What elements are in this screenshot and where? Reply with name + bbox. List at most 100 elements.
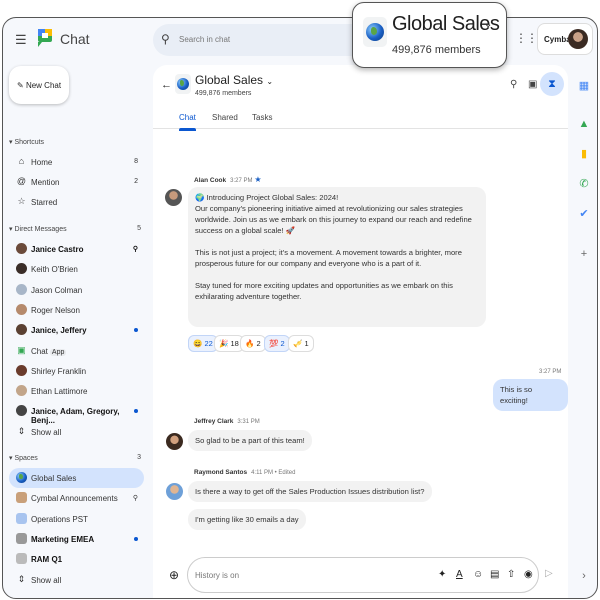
space-icon: [16, 553, 27, 565]
chat-app-icon: ▣: [17, 344, 26, 355]
side-panel-rail: ▦ ▲ ▮ ✆ ✔ + ›: [569, 62, 597, 598]
tab-tasks[interactable]: Tasks: [252, 113, 272, 122]
sidebar: ✎ New Chat ▾ Shortcuts ⌂ Home 8 @ Mention 2 ☆ St…: [3, 62, 151, 598]
tab-shared[interactable]: Shared: [212, 113, 238, 122]
record-video-icon[interactable]: ◉: [524, 569, 533, 580]
calendar-icon[interactable]: ▦: [578, 80, 590, 92]
avatar: [16, 243, 27, 254]
star-icon[interactable]: ★: [254, 175, 261, 184]
composer-placeholder: History is on: [195, 571, 240, 580]
space-title[interactable]: Global Sales ⌄: [195, 73, 273, 87]
space-item[interactable]: Cymbal Announcements ⚲: [9, 488, 144, 508]
tab-bar: Chat Shared Tasks: [153, 109, 568, 131]
space-item[interactable]: Operations PST: [9, 509, 144, 529]
hourglass-icon[interactable]: ⧗: [540, 72, 564, 96]
show-all-label: Show all: [31, 576, 62, 585]
upload-icon[interactable]: ⇧: [507, 569, 515, 580]
avatar: [16, 364, 27, 376]
show-all-dms[interactable]: ⇕ Show all: [9, 422, 144, 442]
tasks-icon[interactable]: ✔: [578, 208, 590, 220]
main-menu-icon[interactable]: ☰: [15, 32, 27, 48]
gif-icon[interactable]: ▤: [490, 569, 499, 580]
reaction-chip[interactable]: 🎺 1: [288, 335, 314, 352]
count-badge: 2: [134, 178, 138, 185]
count-badge: 8: [134, 158, 138, 165]
add-icon[interactable]: ⊕: [169, 568, 179, 582]
message-bubble: So glad to be a part of this team!: [188, 430, 312, 451]
avatar: [16, 263, 27, 275]
avatar: [165, 189, 182, 206]
avatar: [16, 324, 27, 336]
top-bar: ☰ Chat ⚲ Search in chat ⋮⋮⋮ Cymbal: [3, 18, 597, 62]
item-label: Chat: [31, 346, 48, 356]
item-label: RAM Q1: [31, 555, 63, 565]
app-tag: App: [49, 348, 67, 356]
globe-icon: [366, 23, 384, 41]
callout-members: 499,876 members: [392, 44, 481, 56]
expand-chevron-icon[interactable]: ›: [578, 570, 590, 582]
sidebar-item-home[interactable]: ⌂ Home 8: [9, 152, 144, 172]
keep-icon[interactable]: ▮: [578, 148, 590, 160]
add-app-icon[interactable]: +: [578, 248, 590, 260]
dm-item[interactable]: Roger Nelson: [9, 300, 144, 320]
drive-icon[interactable]: ▲: [578, 118, 590, 130]
message-input[interactable]: History is on ✦ A ☺ ▤ ⇧ ◉: [187, 557, 539, 593]
message-meta: Raymond Santos 4:11 PM • Edited: [194, 469, 296, 476]
dm-item[interactable]: Shirley Franklin: [9, 361, 144, 381]
pin-icon[interactable]: ⚲: [133, 245, 138, 253]
item-label: Keith O'Brien: [31, 265, 78, 275]
star-icon: ☆: [17, 196, 26, 206]
avatar: [166, 433, 183, 450]
voice-icon[interactable]: ✆: [578, 178, 590, 190]
avatar: [166, 483, 183, 500]
app-title: Chat: [60, 31, 90, 47]
reaction-chip[interactable]: 🔥 2: [240, 335, 266, 352]
sidebar-item-mention[interactable]: @ Mention 2: [9, 172, 144, 192]
section-spaces[interactable]: ▾ Spaces 3: [9, 454, 141, 462]
member-count: 499,876 members: [195, 90, 252, 97]
space-title-callout: Global Sales ⌄ 499,876 members: [352, 2, 507, 68]
dm-item[interactable]: Jason Colman: [9, 280, 144, 300]
message-meta: Alan Cook 3:27 PM ★: [194, 175, 262, 184]
dm-item[interactable]: Janice Castro ⚲: [9, 239, 144, 259]
space-avatar: [363, 17, 387, 47]
section-direct-messages[interactable]: ▾ Direct Messages 5: [9, 225, 141, 233]
format-text-icon[interactable]: A: [456, 569, 463, 580]
account-button[interactable]: Cymbal: [537, 23, 593, 55]
pin-icon[interactable]: ⚲: [133, 494, 138, 502]
sidebar-item-starred[interactable]: ☆ Starred: [9, 192, 144, 212]
search-icon[interactable]: ⚲: [510, 79, 517, 90]
reaction-chip[interactable]: 💯 2: [264, 335, 290, 352]
space-item[interactable]: Global Sales: [9, 468, 144, 488]
back-arrow-icon[interactable]: ←: [161, 79, 172, 91]
avatar: [16, 303, 27, 315]
section-shortcuts[interactable]: ▾ Shortcuts: [9, 138, 141, 146]
unread-dot: [134, 409, 138, 414]
globe-icon: [16, 472, 27, 483]
dm-item[interactable]: ▣ Chat App: [9, 341, 144, 361]
gemini-sparkle-icon[interactable]: ✦: [438, 569, 446, 580]
item-label: Starred: [31, 198, 58, 207]
show-all-spaces[interactable]: ⇕ Show all: [9, 570, 144, 590]
dm-item[interactable]: Janice, Jeffery: [9, 320, 144, 340]
dm-item[interactable]: Janice, Adam, Gregory, Benj...: [9, 401, 144, 425]
new-chat-button[interactable]: ✎ New Chat: [9, 66, 69, 104]
new-chat-label: New Chat: [25, 81, 62, 90]
tab-chat[interactable]: Chat: [179, 113, 196, 131]
message-bubble: 🌍 Introducing Project Global Sales: 2024…: [188, 187, 486, 327]
send-icon[interactable]: ▷: [545, 568, 553, 579]
search-placeholder: Search in chat: [179, 35, 231, 44]
new-chat-icon: ✎: [17, 81, 24, 90]
dm-item[interactable]: Keith O'Brien: [9, 259, 144, 279]
chevron-down-icon[interactable]: ⌄: [266, 77, 273, 86]
emoji-icon[interactable]: ☺: [473, 569, 483, 580]
avatar: [16, 385, 27, 397]
space-item[interactable]: Marketing EMEA: [9, 529, 144, 549]
space-icon: [16, 492, 27, 504]
space-item[interactable]: RAM Q1: [9, 549, 144, 569]
item-label: Roger Nelson: [31, 305, 80, 315]
show-all-label: Show all: [31, 428, 62, 437]
chevron-down-icon[interactable]: ⌄: [484, 19, 492, 30]
pip-icon[interactable]: ▣: [528, 79, 537, 90]
dm-item[interactable]: Ethan Lattimore: [9, 381, 144, 401]
